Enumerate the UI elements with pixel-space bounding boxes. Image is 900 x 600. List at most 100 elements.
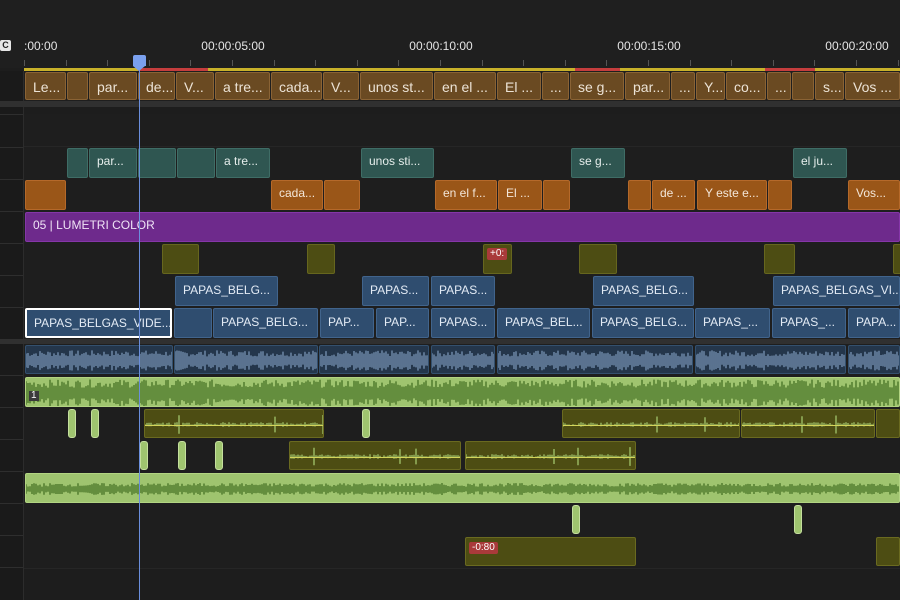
caption-clip[interactable]: Vos ... [845,72,900,100]
video-clip-orange[interactable] [324,180,360,210]
video-clip-orange[interactable] [628,180,651,210]
video-clip-teal[interactable]: a tre... [216,148,270,178]
video-clip-olive[interactable] [162,244,199,274]
video-clip-teal[interactable]: se g... [571,148,625,178]
video-clip-orange[interactable]: El ... [498,180,542,210]
video-track-empty[interactable] [24,114,900,147]
caption-clip[interactable]: ... [767,72,791,100]
caption-clip[interactable]: ... [542,72,569,100]
video-clip-olive[interactable] [893,244,900,274]
timecode-5: 00:00:05:00 [201,39,265,53]
caption-clip[interactable]: El ... [497,72,541,100]
caption-clip[interactable]: a tre... [215,72,270,100]
caption-clip[interactable]: V... [323,72,359,100]
video-clip-teal[interactable] [177,148,215,178]
audio-clip-small[interactable] [215,441,223,470]
timecode-mode-icon[interactable]: C [0,40,11,51]
audio-clip-blue[interactable] [497,345,693,374]
audio-track-4[interactable] [24,440,900,473]
audio-clip-sfx[interactable]: -0:80 [465,537,636,566]
caption-clip[interactable]: co... [726,72,766,100]
caption-clip[interactable] [792,72,814,100]
video-clip-orange[interactable] [543,180,570,210]
video-clip[interactable]: PAPAS_... [772,308,846,338]
timeline-panel[interactable]: C :00:00 00:00:05:00 00:00:10:00 00:00:1… [0,0,900,600]
video-clip-orange[interactable]: cada... [271,180,323,210]
track-header-gutter[interactable] [0,71,24,600]
audio-clip-sfx[interactable] [876,537,900,566]
video-clip-teal[interactable] [67,148,88,178]
adjustment-layer-clip[interactable]: 05 | LUMETRI COLOR [25,212,900,242]
caption-clip[interactable]: par... [625,72,670,100]
audio-clip-sfx[interactable] [144,409,324,438]
playhead-line[interactable] [139,60,140,600]
audio-track-6[interactable] [24,504,900,537]
playhead-handle[interactable] [133,55,146,71]
audio-clip-small[interactable] [794,505,802,534]
caption-clip[interactable]: unos st... [360,72,433,100]
video-clip[interactable]: PAPAS_BELGAS_VI... [773,276,900,306]
video-clip[interactable]: PAPAS_BELG... [592,308,694,338]
ruler-tick [274,60,275,66]
audio-track-7[interactable] [24,536,900,569]
audio-clip-sfx[interactable] [876,409,900,438]
caption-clip[interactable]: V... [176,72,214,100]
caption-clip[interactable]: de... [138,72,175,100]
video-clip-olive[interactable]: +0: [483,244,512,274]
video-clip[interactable]: PAPAS... [362,276,429,306]
audio-clip-sfx[interactable] [741,409,875,438]
video-clip-orange[interactable]: Y este e... [697,180,767,210]
audio-clip-small[interactable] [178,441,186,470]
video-clip-teal[interactable]: par... [89,148,137,178]
video-clip-olive[interactable] [307,244,335,274]
audio-clip-blue[interactable] [695,345,846,374]
audio-clip-music[interactable]: 1 [25,377,900,407]
video-clip[interactable]: PAPAS... [431,276,495,306]
audio-clip-ambience[interactable] [25,473,900,503]
audio-clip-sfx[interactable] [289,441,461,470]
audio-clip-blue[interactable] [25,345,173,374]
caption-clip[interactable]: Le... [25,72,66,100]
video-clip-orange[interactable]: Vos... [848,180,900,210]
caption-clip[interactable]: se g... [570,72,624,100]
audio-clip-blue[interactable] [174,345,318,374]
audio-clip-blue[interactable] [431,345,495,374]
video-clip[interactable]: PAP... [320,308,374,338]
video-clip-teal[interactable]: unos sti... [361,148,434,178]
video-clip[interactable]: PAPAS_BELG... [175,276,278,306]
caption-clip[interactable]: en el ... [434,72,496,100]
video-clip-orange[interactable] [25,180,66,210]
audio-clip-small[interactable] [140,441,148,470]
audio-clip-sfx[interactable] [562,409,740,438]
video-clip[interactable]: PAPA... [848,308,900,338]
audio-clip-small[interactable] [91,409,99,438]
caption-clip[interactable] [67,72,88,100]
caption-clip[interactable]: cada... [271,72,322,100]
video-clip-selected[interactable]: PAPAS_BELGAS_VIDE... [25,308,172,338]
audio-clip-small[interactable] [68,409,76,438]
caption-clip[interactable]: s... [815,72,844,100]
audio-clip-blue[interactable] [848,345,900,374]
video-clip[interactable]: PAPAS_BEL... [497,308,590,338]
video-clip[interactable]: PAPAS_BELG... [593,276,694,306]
video-clip-orange[interactable]: de ... [652,180,695,210]
video-clip-olive[interactable] [764,244,795,274]
track-separator [0,101,900,107]
caption-clip[interactable]: Y... [696,72,725,100]
video-clip[interactable]: PAPAS... [431,308,495,338]
video-clip-teal[interactable] [138,148,176,178]
video-clip[interactable]: PAP... [376,308,429,338]
caption-clip[interactable]: par... [89,72,137,100]
audio-clip-blue[interactable] [319,345,429,374]
caption-clip[interactable]: ... [671,72,695,100]
video-clip-olive[interactable] [579,244,617,274]
video-clip[interactable] [174,308,212,338]
video-clip-teal[interactable]: el ju... [793,148,847,178]
audio-clip-small[interactable] [572,505,580,534]
video-clip[interactable]: PAPAS_... [695,308,770,338]
audio-clip-small[interactable] [362,409,370,438]
video-clip-orange[interactable]: en el f... [435,180,497,210]
video-clip[interactable]: PAPAS_BELG... [213,308,318,338]
audio-clip-sfx[interactable] [465,441,636,470]
video-clip-orange[interactable] [768,180,792,210]
